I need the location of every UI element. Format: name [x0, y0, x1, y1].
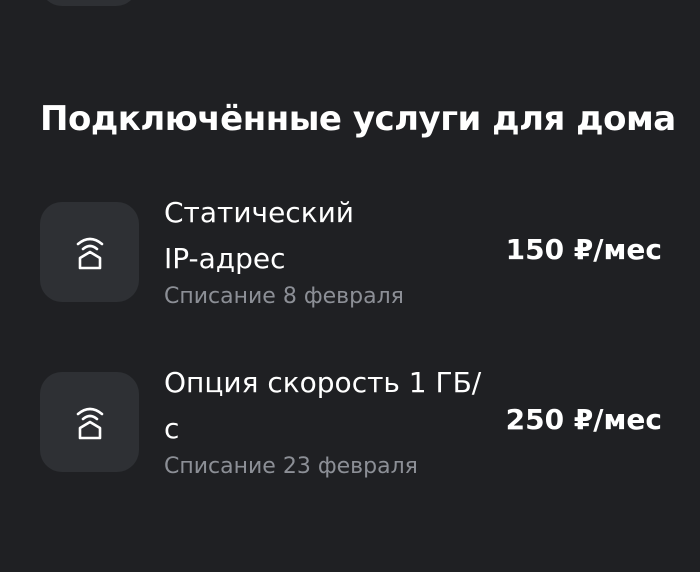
- service-billing-date: Списание 23 февраля: [164, 454, 418, 479]
- service-price: 250 ₽/мес: [505, 403, 662, 436]
- home-wifi-icon: [76, 237, 103, 270]
- service-item-speed-option[interactable]: Опция скорость 1 ГБ/ с Списание 23 февра…: [0, 360, 700, 490]
- home-wifi-icon: [76, 407, 103, 440]
- service-name: Опция скорость 1 ГБ/ с: [164, 366, 482, 445]
- service-price: 150 ₽/мес: [505, 233, 662, 266]
- service-icon-tile: [40, 202, 139, 302]
- service-icon-tile: [40, 372, 139, 472]
- section-title: Подключённые услуги для дома: [40, 99, 676, 139]
- service-item-static-ip[interactable]: Статический IP-адрес Списание 8 февраля …: [0, 190, 700, 320]
- service-name: Статический IP-адрес: [164, 196, 354, 275]
- services-screen: Подключённые услуги для дома Статический…: [0, 0, 700, 572]
- service-billing-date: Списание 8 февраля: [164, 284, 404, 309]
- previous-card-partial[interactable]: [40, 0, 138, 6]
